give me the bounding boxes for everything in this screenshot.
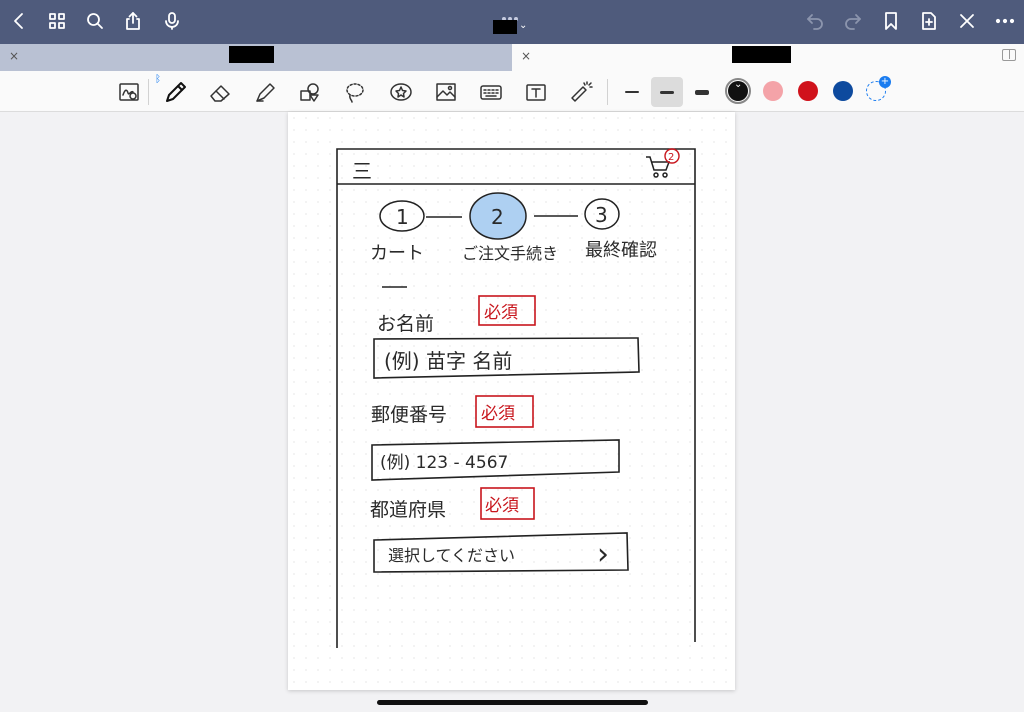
more-icon[interactable]: [994, 10, 1016, 32]
chevron-down-icon[interactable]: ⌄: [519, 20, 529, 32]
tab-title-redacted: [229, 46, 274, 63]
app-top-bar: ⌄: [0, 0, 1024, 44]
required-badge-text: 必須: [484, 303, 518, 323]
tab-active[interactable]: ×: [512, 44, 1024, 71]
color-swatch-red[interactable]: [798, 81, 818, 101]
name-placeholder: (例) 苗字 名前: [384, 349, 512, 373]
sticker-tool-icon[interactable]: [388, 80, 414, 104]
zoom-window-icon[interactable]: [116, 80, 142, 104]
keyboard-tool-icon[interactable]: [478, 80, 504, 104]
required-badge-text: 必須: [485, 496, 519, 516]
toolbar-divider: [607, 79, 608, 105]
laser-pointer-icon[interactable]: [568, 80, 594, 104]
cart-badge: 2: [668, 152, 674, 163]
step-2-number: 2: [491, 205, 504, 229]
split-view-icon[interactable]: [1002, 49, 1016, 61]
toolbar-divider: [148, 79, 149, 105]
notebook-page[interactable]: 三 2 1 2 3 カート ご注文手続き 最終確認 お名前 必須 (例) 苗字 …: [288, 112, 735, 690]
add-color-button[interactable]: +: [866, 76, 891, 101]
undo-icon[interactable]: [804, 10, 826, 32]
step-3-label: 最終確認: [585, 240, 657, 261]
postal-label: 郵便番号: [371, 404, 447, 426]
menu-glyph: 三: [352, 159, 372, 183]
tab-close-icon[interactable]: ×: [9, 49, 19, 63]
eraser-tool-icon[interactable]: [207, 80, 233, 104]
postal-placeholder: (例) 123 - 4567: [380, 453, 508, 473]
close-icon[interactable]: [956, 10, 978, 32]
wireframe-sketch: 三 2 1 2 3 カート ご注文手続き 最終確認 お名前 必須 (例) 苗字 …: [336, 148, 696, 648]
prefecture-label: 都道府県: [370, 499, 446, 521]
add-page-icon[interactable]: [918, 10, 940, 32]
name-label: お名前: [377, 313, 434, 335]
step-1-label: カート: [370, 243, 424, 264]
required-badge-text: 必須: [481, 404, 515, 424]
tab-close-icon[interactable]: ×: [521, 49, 531, 63]
step-3-number: 3: [595, 203, 608, 227]
plus-icon: +: [879, 76, 891, 88]
multitasking-dots[interactable]: [502, 6, 522, 21]
tab-title-redacted: [732, 46, 791, 63]
color-swatch-pink[interactable]: [763, 81, 783, 101]
highlighter-tool-icon[interactable]: [252, 80, 278, 104]
text-box-tool-icon[interactable]: [523, 80, 549, 104]
image-tool-icon[interactable]: [433, 80, 459, 104]
chevron-left-icon[interactable]: [8, 10, 30, 32]
tab-inactive[interactable]: ×: [0, 44, 512, 71]
grid-icon[interactable]: [46, 10, 68, 32]
stroke-thin-option[interactable]: [616, 77, 648, 107]
lasso-tool-icon[interactable]: [342, 80, 368, 104]
search-icon[interactable]: [84, 10, 106, 32]
document-tab-bar: × ×: [0, 44, 1024, 71]
home-indicator[interactable]: [377, 700, 648, 705]
step-1-number: 1: [396, 205, 409, 229]
color-swatch-blue[interactable]: [833, 81, 853, 101]
prefecture-placeholder: 選択してください: [388, 546, 515, 565]
stroke-medium-option[interactable]: [651, 77, 683, 107]
chevron-right-icon: ›: [597, 537, 609, 572]
shape-tool-icon[interactable]: [297, 80, 323, 104]
pen-tool-icon[interactable]: [162, 80, 188, 104]
redo-icon[interactable]: [842, 10, 864, 32]
share-icon[interactable]: [122, 10, 144, 32]
document-title-redacted[interactable]: [493, 20, 517, 34]
stroke-thick-option[interactable]: [686, 77, 718, 107]
drawing-toolbar: ᛒ +: [0, 71, 1024, 112]
bluetooth-icon: ᛒ: [155, 74, 161, 85]
step-2-label: ご注文手続き: [462, 244, 558, 263]
microphone-icon[interactable]: [161, 10, 183, 32]
bookmark-icon[interactable]: [880, 10, 902, 32]
color-swatch-black[interactable]: [725, 78, 751, 104]
